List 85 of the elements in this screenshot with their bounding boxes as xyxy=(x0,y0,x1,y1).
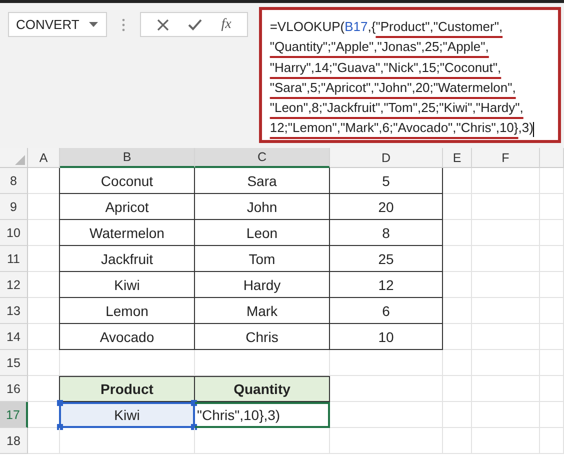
table-cell: Kiwi xyxy=(59,272,195,298)
table-cell: 6 xyxy=(330,298,443,324)
table-cell: Chris xyxy=(195,324,330,350)
insert-function-button[interactable]: fx xyxy=(221,16,232,32)
table-cell: 10 xyxy=(330,324,443,350)
name-box[interactable]: CONVERT xyxy=(8,12,108,37)
empty-cell xyxy=(443,168,472,194)
empty-cell xyxy=(472,350,540,376)
table-header-cell: Product xyxy=(59,376,195,402)
table-cell: Mark xyxy=(195,298,330,324)
empty-cell xyxy=(443,246,472,272)
empty-cell xyxy=(472,194,540,220)
table-cell: 8 xyxy=(330,220,443,246)
caret-icon[interactable] xyxy=(89,22,98,27)
empty-cell xyxy=(472,324,540,350)
empty-cell xyxy=(540,376,564,402)
empty-cell xyxy=(540,272,564,298)
empty-cell xyxy=(443,194,472,220)
empty-cell xyxy=(443,376,472,402)
empty-cell xyxy=(472,376,540,402)
row-header[interactable]: 9 xyxy=(0,194,28,220)
resize-handle[interactable] xyxy=(57,424,63,430)
column-header[interactable]: A xyxy=(28,148,60,168)
row-header[interactable]: 17 xyxy=(0,402,28,428)
empty-cell xyxy=(443,350,472,376)
drag-handle-icon[interactable] xyxy=(122,18,126,32)
table-cell: Coconut xyxy=(59,168,195,194)
empty-cell xyxy=(472,428,540,454)
column-header[interactable]: F xyxy=(472,148,540,168)
row-header[interactable]: 18 xyxy=(0,428,28,454)
row-header[interactable]: 12 xyxy=(0,272,28,298)
resize-handle[interactable] xyxy=(57,400,63,406)
empty-cell xyxy=(443,428,472,454)
table-cell: Jackfruit xyxy=(59,246,195,272)
close-icon[interactable] xyxy=(157,18,169,30)
row-header[interactable]: 13 xyxy=(0,298,28,324)
empty-cell xyxy=(540,298,564,324)
empty-cell xyxy=(472,272,540,298)
table-cell: John xyxy=(195,194,330,220)
table-cell: Sara xyxy=(195,168,330,194)
formula-input-field[interactable]: =VLOOKUP(B17,{"Product","Customer", "Quantity";"Apple","Jonas",25;"Apple", "Harry",14;"Guava","Nick",15;"Coconut", "Sara",5;"Apricot","John",20;"Watermelon", "Leon",8;"Jackfruit","Tom",25;"Kiwi","Hardy", 12;"Lemon","Mark",6;"Avocado","Chris",10},3) xyxy=(258,7,561,143)
table-cell: 12 xyxy=(330,272,443,298)
empty-cell xyxy=(540,194,564,220)
empty-cell xyxy=(472,168,540,194)
check-icon[interactable] xyxy=(188,18,202,30)
editing-cell[interactable]: "Chris",10},3) xyxy=(195,402,330,428)
empty-cell xyxy=(443,298,472,324)
row-header[interactable]: 14 xyxy=(0,324,28,350)
empty-cell xyxy=(540,220,564,246)
row-header[interactable]: 15 xyxy=(0,350,28,376)
table-cell: 5 xyxy=(330,168,443,194)
table-cell: 20 xyxy=(330,194,443,220)
name-box-value: CONVERT xyxy=(16,17,80,32)
table-cell: Lemon xyxy=(59,298,195,324)
empty-cell xyxy=(472,402,540,428)
empty-cell xyxy=(540,428,564,454)
column-header[interactable]: E xyxy=(443,148,472,168)
row-header[interactable]: 16 xyxy=(0,376,28,402)
empty-cell xyxy=(443,324,472,350)
empty-cell xyxy=(540,324,564,350)
empty-cell xyxy=(443,272,472,298)
column-header[interactable]: C xyxy=(195,148,330,168)
empty-cell xyxy=(443,402,472,428)
empty-cell xyxy=(540,402,564,428)
table-cell: Hardy xyxy=(195,272,330,298)
table-cell: Tom xyxy=(195,246,330,272)
row-header[interactable]: 11 xyxy=(0,246,28,272)
row-header[interactable]: 8 xyxy=(0,168,28,194)
empty-cell xyxy=(472,220,540,246)
table-cell: Watermelon xyxy=(59,220,195,246)
selected-cell[interactable]: Kiwi xyxy=(59,402,195,428)
empty-cell xyxy=(443,220,472,246)
table-cell: Avocado xyxy=(59,324,195,350)
row-header[interactable]: 10 xyxy=(0,220,28,246)
text-cursor xyxy=(533,122,534,137)
empty-cell xyxy=(472,298,540,324)
table-cell: Apricot xyxy=(59,194,195,220)
empty-cell xyxy=(472,246,540,272)
table-header-cell: Quantity xyxy=(195,376,330,402)
empty-cell xyxy=(540,246,564,272)
column-header[interactable]: D xyxy=(330,148,443,168)
column-header[interactable]: B xyxy=(60,148,195,168)
table-cell: 25 xyxy=(330,246,443,272)
empty-cell xyxy=(540,350,564,376)
table-cell: Leon xyxy=(195,220,330,246)
